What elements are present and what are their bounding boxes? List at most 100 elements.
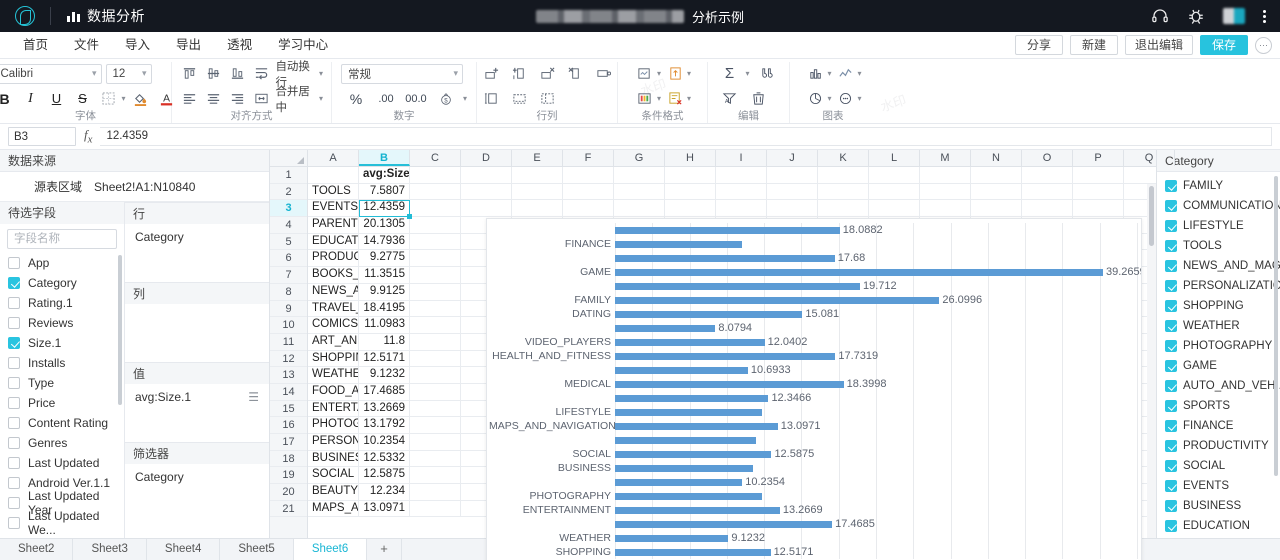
chevron-down-icon[interactable]: ▾ xyxy=(463,94,467,103)
find-replace-icon[interactable] xyxy=(757,63,779,84)
grid-cell[interactable] xyxy=(410,350,461,368)
grid-cell[interactable] xyxy=(461,167,512,184)
source-range-value[interactable]: Sheet2!A1:N10840 xyxy=(94,180,195,194)
merge-center-label[interactable]: 合并居中 xyxy=(275,83,317,115)
column-header-g[interactable]: G xyxy=(614,150,665,166)
grid-cell[interactable] xyxy=(614,167,665,184)
exit-edit-button[interactable]: 退出编辑 xyxy=(1124,35,1193,55)
grid-cell[interactable]: EDUCAT xyxy=(308,233,359,251)
grid-cell[interactable] xyxy=(869,167,920,184)
checkbox-icon[interactable] xyxy=(8,397,20,409)
checkbox-icon[interactable] xyxy=(8,297,20,309)
row-header-10[interactable]: 10 xyxy=(270,317,307,334)
grid-cell[interactable] xyxy=(1124,167,1156,184)
chart-bar[interactable] xyxy=(615,464,753,472)
column-header-p[interactable]: P xyxy=(1073,150,1124,166)
chart-bar[interactable] xyxy=(615,226,840,234)
grid-cell[interactable] xyxy=(767,200,818,218)
grid-cell[interactable] xyxy=(410,417,461,434)
column-header-i[interactable]: I xyxy=(716,150,767,166)
grid-cell[interactable]: 12.4359 xyxy=(359,200,410,218)
insert-column-left-icon[interactable] xyxy=(508,63,530,84)
grid-cell[interactable]: TOOLS xyxy=(308,183,359,201)
category-filter-item[interactable]: NEWS_AND_MAG... xyxy=(1157,256,1280,276)
autosum-icon[interactable]: Σ xyxy=(718,63,740,84)
data-bar-icon[interactable] xyxy=(634,63,656,84)
grid-cell[interactable] xyxy=(410,500,461,518)
category-filter-item[interactable]: AUTO_AND_VEHI... xyxy=(1157,376,1280,396)
chart-bar[interactable] xyxy=(615,352,836,360)
chart-object[interactable]: 18.0882 FINANCE 17.68 39.2659 GAME 19.712 26.0… xyxy=(486,218,1142,560)
delete-column-icon[interactable] xyxy=(564,63,586,84)
checkbox-icon[interactable] xyxy=(1165,400,1177,412)
chevron-down-icon[interactable]: ▾ xyxy=(745,69,749,78)
checkbox-icon[interactable] xyxy=(8,477,20,489)
row-header-8[interactable]: 8 xyxy=(270,284,307,301)
row-height-icon[interactable] xyxy=(480,88,502,109)
row-header-4[interactable]: 4 xyxy=(270,217,307,234)
grid-cell[interactable] xyxy=(818,200,869,218)
font-size-select[interactable]: 12 ▾ xyxy=(105,63,152,84)
grid-cell[interactable]: BUSINES xyxy=(308,450,359,468)
chart-bar[interactable] xyxy=(615,338,765,346)
clear-rules-icon[interactable] xyxy=(664,88,686,109)
category-filter-item[interactable]: TOOLS xyxy=(1157,236,1280,256)
italic-icon[interactable]: I xyxy=(20,88,42,109)
grid-cell[interactable] xyxy=(410,317,461,334)
chevron-down-icon[interactable]: ▾ xyxy=(858,94,862,103)
bug-icon[interactable] xyxy=(1187,7,1205,25)
wrap-text-icon[interactable] xyxy=(252,63,272,84)
row-header-6[interactable]: 6 xyxy=(270,250,307,268)
grid-cell[interactable]: 11.3515 xyxy=(359,267,410,284)
grid-cell[interactable] xyxy=(716,200,767,218)
row-header-13[interactable]: 13 xyxy=(270,367,307,384)
column-header-e[interactable]: E xyxy=(512,150,563,166)
grid-cell[interactable]: 10.2354 xyxy=(359,434,410,451)
align-left-icon[interactable] xyxy=(180,88,200,109)
field-search-input[interactable] xyxy=(7,229,117,249)
align-bottom-icon[interactable] xyxy=(228,63,248,84)
grid-cell[interactable] xyxy=(1073,183,1124,201)
grid-cell[interactable] xyxy=(410,300,461,318)
font-family-select[interactable]: Calibri ▾ xyxy=(0,63,102,84)
field-item[interactable]: Genres xyxy=(0,433,124,453)
column-header-l[interactable]: L xyxy=(869,150,920,166)
category-filter-item[interactable]: GAME xyxy=(1157,356,1280,376)
grid-cell[interactable]: BOOKS_ xyxy=(308,267,359,284)
grid-cell[interactable]: ENTERTA xyxy=(308,400,359,418)
grid-cell[interactable] xyxy=(512,200,563,218)
grid-cell[interactable] xyxy=(512,183,563,201)
grid-cell[interactable] xyxy=(410,434,461,451)
chart-bar[interactable] xyxy=(615,268,1104,276)
column-header-h[interactable]: H xyxy=(665,150,716,166)
bold-icon[interactable]: B xyxy=(0,88,16,109)
chevron-down-icon[interactable]: ▾ xyxy=(319,94,323,103)
checkbox-icon[interactable] xyxy=(1165,260,1177,272)
row-header-17[interactable]: 17 xyxy=(270,434,307,451)
row-header-18[interactable]: 18 xyxy=(270,451,307,468)
sheet-tab-sheet6[interactable]: Sheet6 xyxy=(293,539,368,560)
grid-cell[interactable]: 13.2669 xyxy=(359,400,410,418)
category-filter-item[interactable]: PERSONALIZATION xyxy=(1157,276,1280,296)
grid-cell[interactable] xyxy=(1073,167,1124,184)
grid-cell[interactable] xyxy=(665,183,716,201)
chart-bar[interactable] xyxy=(615,408,762,416)
bar-chart-icon[interactable] xyxy=(804,63,826,84)
category-filter-item[interactable]: COMMUNICATION xyxy=(1157,196,1280,216)
zone-columns-body[interactable] xyxy=(125,304,269,362)
column-header-b[interactable]: B xyxy=(359,150,410,166)
category-filter-item[interactable]: WEATHER xyxy=(1157,316,1280,336)
insert-row-above-icon[interactable] xyxy=(480,63,502,84)
row-header-14[interactable]: 14 xyxy=(270,384,307,401)
column-header-q[interactable]: Q xyxy=(1124,150,1175,166)
checkbox-icon[interactable] xyxy=(1165,440,1177,452)
category-filter-item[interactable]: SOCIAL xyxy=(1157,456,1280,476)
grid-cell[interactable] xyxy=(461,200,512,218)
zone-field-chip[interactable]: Category xyxy=(135,230,259,244)
grid-cell[interactable]: NEWS_A xyxy=(308,283,359,301)
category-filter-item[interactable]: EVENTS xyxy=(1157,476,1280,496)
grid-cell[interactable] xyxy=(410,283,461,301)
grid-cell[interactable]: 9.9125 xyxy=(359,283,410,301)
zone-field-chip[interactable]: Category xyxy=(135,470,259,484)
chevron-down-icon[interactable]: ▾ xyxy=(687,94,691,103)
